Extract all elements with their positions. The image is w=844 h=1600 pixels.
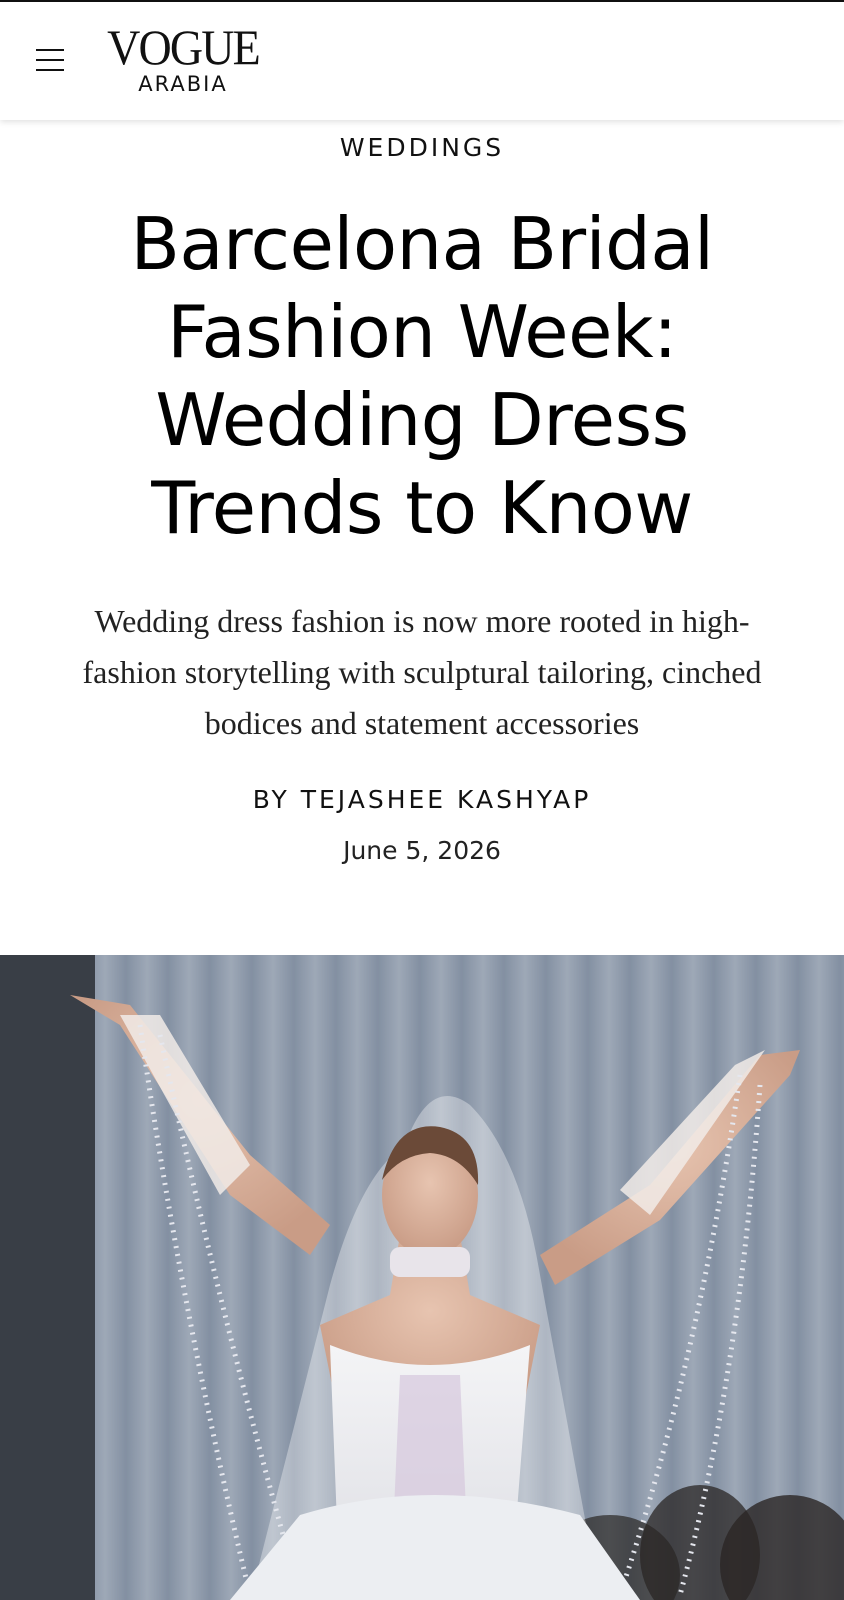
- publish-date: June 5, 2026: [343, 836, 501, 865]
- hero-image: [0, 955, 844, 1600]
- bride-on-runway-photo: [0, 955, 844, 1600]
- byline: BY TEJASHEE KASHYAP: [0, 785, 844, 814]
- hamburger-menu-icon[interactable]: [30, 42, 70, 78]
- logo-sub-text: ARABIA: [138, 72, 228, 96]
- vogue-arabia-logo[interactable]: VOGUE ARABIA: [100, 22, 266, 102]
- article-headline: Barcelona Bridal Fashion Week: Wedding D…: [130, 202, 714, 550]
- logo-main-text: VOGUE: [107, 19, 261, 75]
- author-link[interactable]: TEJASHEE KASHYAP: [301, 785, 592, 814]
- byline-prefix: BY: [252, 785, 290, 814]
- site-header: VOGUE ARABIA: [0, 2, 844, 120]
- category-link[interactable]: WEDDINGS: [0, 133, 844, 162]
- article-dek: Wedding dress fashion is now more rooted…: [82, 603, 762, 741]
